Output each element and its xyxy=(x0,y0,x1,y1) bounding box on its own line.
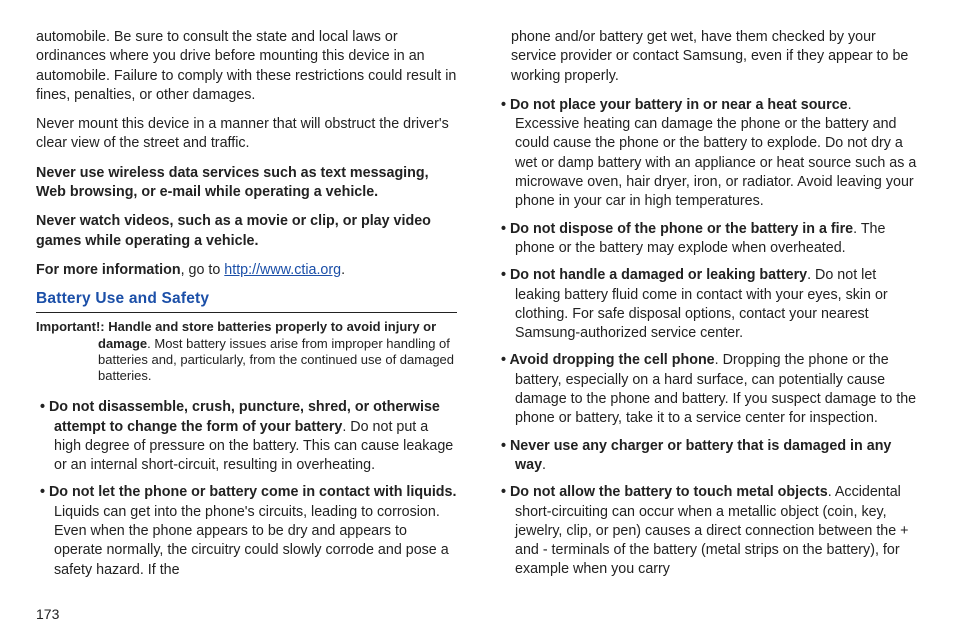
paragraph: automobile. Be sure to consult the state… xyxy=(36,28,457,105)
list-item: Do not place your battery in or near a h… xyxy=(501,96,918,212)
paragraph-bold: Never watch videos, such as a movie or c… xyxy=(36,212,457,251)
bullet-rest: . Excessive heating can damage the phone… xyxy=(515,97,916,209)
bullet-lead: Do not place your battery in or near a h… xyxy=(510,97,848,113)
paragraph-more-info: For more information, go to http://www.c… xyxy=(36,261,457,280)
list-item: Avoid dropping the cell phone. Dropping … xyxy=(501,351,918,428)
list-item: Do not dispose of the phone or the batte… xyxy=(501,220,918,259)
bullet-lead: Do not let the phone or battery come in … xyxy=(49,484,456,500)
right-column: phone and/or battery get wet, have them … xyxy=(477,24,918,626)
bullet-lead: Never use any charger or battery that is… xyxy=(510,438,891,473)
paragraph: Never mount this device in a manner that… xyxy=(36,115,457,154)
paragraph-bold: Never use wireless data services such as… xyxy=(36,164,457,203)
important-label: Important!: xyxy=(36,319,105,334)
bullet-rest: . xyxy=(542,457,546,473)
section-rule xyxy=(36,312,457,313)
bullet-lead: Do not handle a damaged or leaking batte… xyxy=(510,267,807,283)
list-item: Do not disassemble, crush, puncture, shr… xyxy=(40,398,457,475)
more-info-lead: For more information xyxy=(36,262,181,278)
list-item: Do not let the phone or battery come in … xyxy=(40,483,457,579)
bullet-lead: Do not allow the battery to touch metal … xyxy=(510,484,828,500)
list-item: Never use any charger or battery that is… xyxy=(501,437,918,476)
more-info-mid: , go to xyxy=(181,262,225,278)
bullet-list-right: Do not place your battery in or near a h… xyxy=(497,96,918,580)
ctia-link[interactable]: http://www.ctia.org xyxy=(224,262,341,278)
document-page: automobile. Be sure to consult the state… xyxy=(0,0,954,636)
bullet-lead: Avoid dropping the cell phone xyxy=(509,352,714,368)
bullet-rest: Liquids can get into the phone's circuit… xyxy=(54,504,449,578)
section-title-battery: Battery Use and Safety xyxy=(36,290,457,308)
bullet-lead: Do not dispose of the phone or the batte… xyxy=(510,221,853,237)
left-column: automobile. Be sure to consult the state… xyxy=(36,24,477,626)
list-item: Do not handle a damaged or leaking batte… xyxy=(501,266,918,343)
page-number: 173 xyxy=(36,606,59,622)
important-rest: . Most battery issues arise from imprope… xyxy=(98,336,454,384)
list-item: Do not allow the battery to touch metal … xyxy=(501,483,918,579)
paragraph: phone and/or battery get wet, have them … xyxy=(497,28,918,86)
important-note: Important!: Handle and store batteries p… xyxy=(36,319,457,384)
more-info-tail: . xyxy=(341,262,345,278)
bullet-list-left: Do not disassemble, crush, puncture, shr… xyxy=(36,398,457,580)
